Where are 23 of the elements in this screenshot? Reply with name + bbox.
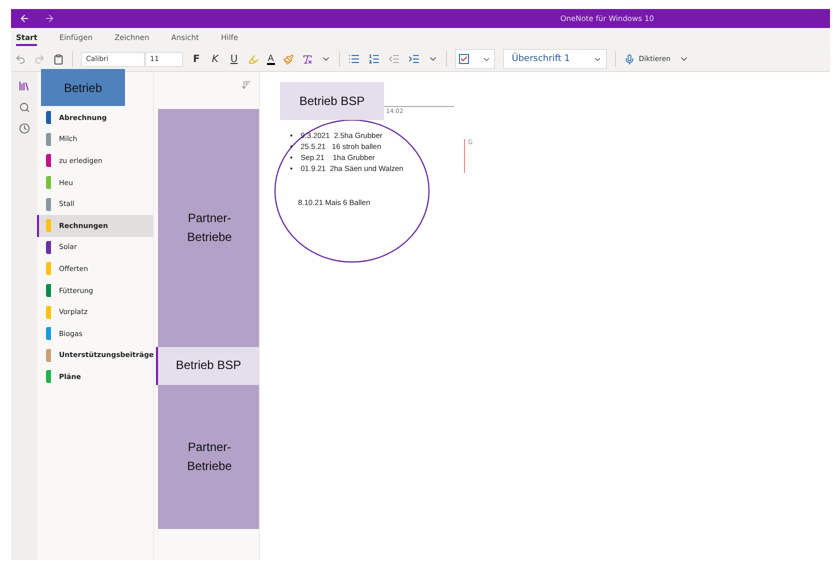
undo-icon[interactable] [15,54,26,64]
todo-tag-button[interactable] [454,49,495,69]
forward-icon[interactable] [44,13,55,24]
page-item[interactable]: Partner-Betriebe [158,385,259,529]
style-dropdown[interactable]: Überschrift 1 [502,49,607,69]
sort-icon[interactable] [241,80,251,90]
notebook-label: Betrieb [41,69,125,106]
back-icon[interactable] [19,13,30,24]
microphone-icon [624,54,635,64]
clear-formatting-icon[interactable] [302,54,313,64]
font-color-button[interactable]: A [266,53,275,65]
notebooks-icon[interactable] [18,80,30,92]
clock-icon[interactable] [18,123,30,134]
indent-icon[interactable] [408,53,420,65]
search-icon[interactable] [18,102,30,113]
bold-button[interactable]: F [191,54,202,64]
clipboard-icon[interactable] [53,54,64,64]
page-item[interactable]: Partner-Betriebe [158,109,259,347]
page-title: Betrieb BSP [280,82,384,120]
page-item[interactable]: Betrieb BSP [156,347,259,385]
italic-button[interactable]: K [210,54,220,64]
underline-button[interactable]: U [228,54,240,64]
numbered-list-icon[interactable] [368,53,380,65]
